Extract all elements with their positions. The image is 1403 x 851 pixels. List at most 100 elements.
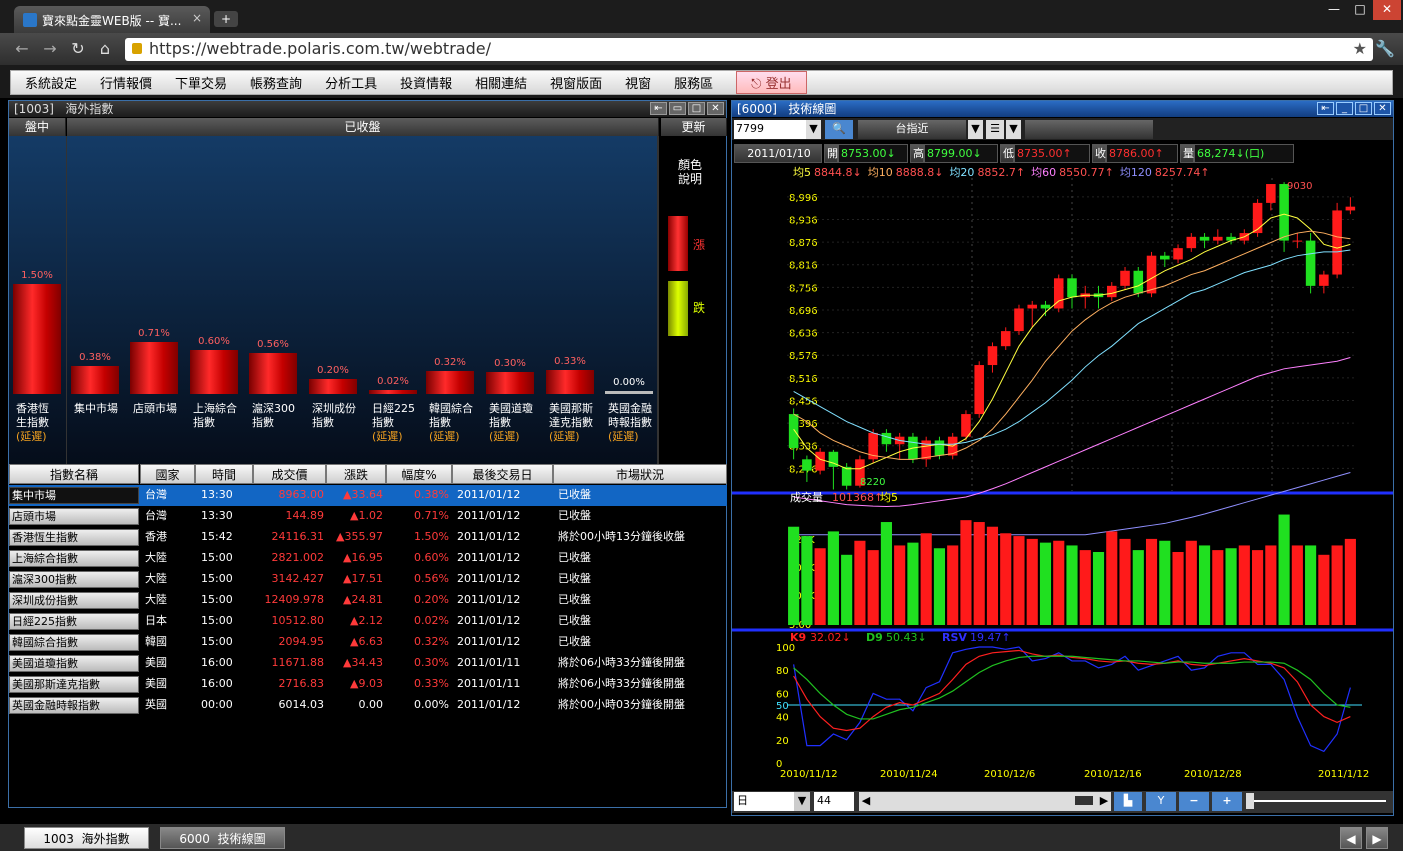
table-row[interactable]: 店頭市場 台灣 13:30 144.89 ▲1.02 0.71% 2011/01/12 已收盤 <box>9 506 727 527</box>
reload-icon[interactable]: ↻ <box>68 39 88 59</box>
panel-maximize-button[interactable]: □ <box>688 102 705 115</box>
table-header-6[interactable]: 最後交易日 <box>452 464 553 484</box>
window-tab-6000[interactable]: 6000 技術線圖 <box>160 827 285 849</box>
index-name-cell[interactable]: 美國道瓊指數 <box>9 655 139 672</box>
table-row[interactable]: 美國道瓊指數 美國 16:00 11671.88 ▲34.43 0.30% 2011/01/… <box>9 653 727 674</box>
draw-tool-icon[interactable]: ▙ <box>1114 792 1142 811</box>
table-row[interactable]: 上海綜合指數 大陸 15:00 2821.002 ▲16.95 0.60% 2011/01/… <box>9 548 727 569</box>
menu-item-3[interactable]: 帳務查詢 <box>250 73 302 92</box>
index-name-cell[interactable]: 滬深300指數 <box>9 571 139 588</box>
zoom-out-button[interactable]: − <box>1179 792 1209 811</box>
index-name-cell[interactable]: 英國金融時報指數 <box>9 697 139 714</box>
menu-item-4[interactable]: 分析工具 <box>325 73 377 92</box>
blank-selector[interactable] <box>1025 120 1153 139</box>
settings-tool-icon[interactable]: Y <box>1146 792 1176 811</box>
menu-item-6[interactable]: 相關連結 <box>475 73 527 92</box>
table-header-1[interactable]: 國家 <box>140 464 195 484</box>
window-maximize-button[interactable]: □ <box>1347 0 1373 20</box>
table-row[interactable]: 日經225指數 日本 15:00 10512.80 ▲2.12 0.02% 2011/01/… <box>9 611 727 632</box>
bar-1[interactable]: 0.38% <box>71 352 119 394</box>
index-name-cell[interactable]: 上海綜合指數 <box>9 550 139 567</box>
bar-3[interactable]: 0.60% <box>190 336 238 394</box>
table-header-5[interactable]: 幅度% <box>386 464 452 484</box>
bar-5[interactable]: 0.20% <box>309 365 357 394</box>
chart-close-button[interactable]: ✕ <box>1374 102 1391 115</box>
bookmark-star-icon[interactable]: ★ <box>1353 39 1367 58</box>
bar-7[interactable]: 0.32% <box>426 357 474 394</box>
name-dropdown-icon[interactable]: ▼ <box>968 120 983 139</box>
window-tab-1003[interactable]: 1003 海外指數 <box>24 827 149 849</box>
new-tab-button[interactable]: + <box>214 11 238 27</box>
table-row[interactable]: 香港恆生指數 香港 15:42 24116.31 ▲355.97 1.50% 2011/01… <box>9 527 727 548</box>
scroll-right-icon[interactable]: ▶ <box>1097 792 1111 809</box>
table-header-2[interactable]: 時間 <box>195 464 253 484</box>
address-bar[interactable]: https://webtrade.polaris.com.tw/webtrade… <box>125 38 1373 61</box>
list-dropdown-icon[interactable]: ▼ <box>1006 120 1021 139</box>
table-row[interactable]: 英國金融時報指數 英國 00:00 6014.03 0.00 0.00% 2011/01/1… <box>9 695 727 716</box>
count-input[interactable]: 44 <box>814 792 854 811</box>
bar-10[interactable]: 0.00% <box>605 377 653 394</box>
index-name-cell[interactable]: 日經225指數 <box>9 613 139 630</box>
chart-maximize-button[interactable]: □ <box>1355 102 1372 115</box>
index-name-cell[interactable]: 深圳成份指數 <box>9 592 139 609</box>
index-name-cell[interactable]: 店頭市場 <box>9 508 139 525</box>
home-icon[interactable]: ⌂ <box>95 39 115 59</box>
table-row[interactable]: 集中市場 台灣 13:30 8963.00 ▲33.64 0.38% 2011/01/12 已… <box>9 485 727 506</box>
chart-minimize-button[interactable]: _ <box>1336 102 1353 115</box>
symbol-input[interactable]: 7799 <box>734 120 806 139</box>
tab-close-icon[interactable]: × <box>192 11 202 25</box>
panel-minimize-button[interactable]: ▭ <box>669 102 686 115</box>
menu-item-1[interactable]: 行情報價 <box>100 73 152 92</box>
bar-4[interactable]: 0.56% <box>249 339 297 394</box>
bar-9[interactable]: 0.33% <box>546 356 594 394</box>
table-header-3[interactable]: 成交價 <box>253 464 326 484</box>
menu-item-7[interactable]: 視窗版面 <box>550 73 602 92</box>
window-close-button[interactable]: ✕ <box>1373 0 1401 20</box>
bar-6[interactable]: 0.02% <box>369 376 417 394</box>
chart-scrollbar[interactable]: ◀ ▶ <box>859 792 1111 811</box>
index-name-cell[interactable]: 美國那斯達克指數 <box>9 676 139 693</box>
table-row[interactable]: 韓國綜合指數 韓國 15:00 2094.95 ▲6.63 0.32% 2011/01/12… <box>9 632 727 653</box>
table-header-7[interactable]: 市場狀況 <box>553 464 727 484</box>
scroll-left-icon[interactable]: ◀ <box>859 792 873 809</box>
bar-2[interactable]: 0.71% <box>130 328 178 394</box>
table-header-0[interactable]: 指數名稱 <box>9 464 139 484</box>
tab-scroll-left-icon[interactable]: ◀ <box>1340 827 1362 849</box>
menu-item-9[interactable]: 服務區 <box>674 73 713 92</box>
table-row[interactable]: 滬深300指數 大陸 15:00 3142.427 ▲17.51 0.56% 2011/01… <box>9 569 727 590</box>
zoom-in-button[interactable]: + <box>1212 792 1242 811</box>
zoom-slider[interactable] <box>1246 800 1386 802</box>
menu-item-0[interactable]: 系統設定 <box>25 73 77 92</box>
menu-item-8[interactable]: 視窗 <box>625 73 651 92</box>
symbol-dropdown-icon[interactable]: ▼ <box>806 120 821 139</box>
bar-label-0: 香港恆 生指數 (延遲) <box>16 402 72 444</box>
browser-tab[interactable]: 寶來點金靈WEB版 -- 寶... × <box>14 6 210 33</box>
table-header-4[interactable]: 漲跌 <box>326 464 386 484</box>
wrench-icon[interactable]: 🔧 <box>1375 39 1395 58</box>
index-name-cell[interactable]: 韓國綜合指數 <box>9 634 139 651</box>
back-icon[interactable]: ← <box>12 39 32 59</box>
menu-item-5[interactable]: 投資情報 <box>400 73 452 92</box>
bar-8[interactable]: 0.30% <box>486 358 534 394</box>
table-row[interactable]: 美國那斯達克指數 美國 16:00 2716.83 ▲9.03 0.33% 2011/01/… <box>9 674 727 695</box>
chart-pin-icon[interactable]: ⇤ <box>1317 102 1334 115</box>
bar-0[interactable]: 1.50% <box>13 270 61 394</box>
pin-icon[interactable]: ⇤ <box>650 102 667 115</box>
forward-icon[interactable]: → <box>40 39 60 59</box>
index-name-cell[interactable]: 集中市場 <box>9 487 139 504</box>
scroll-thumb[interactable] <box>1075 796 1093 805</box>
period-dropdown-icon[interactable]: ▼ <box>794 792 810 811</box>
menu-item-2[interactable]: 下單交易 <box>175 73 227 92</box>
search-icon[interactable]: 🔍 <box>825 120 853 139</box>
zoom-slider-thumb[interactable] <box>1246 793 1254 809</box>
refresh-button[interactable]: 更新 <box>661 118 727 136</box>
index-name-cell[interactable]: 香港恆生指數 <box>9 529 139 546</box>
list-icon[interactable]: ☰ <box>986 120 1004 139</box>
tab-scroll-right-icon[interactable]: ▶ <box>1366 827 1388 849</box>
volume-bar <box>1092 551 1105 625</box>
panel-close-button[interactable]: ✕ <box>707 102 724 115</box>
logout-button[interactable]: ⎋ 登出 <box>736 71 807 94</box>
table-row[interactable]: 深圳成份指數 大陸 15:00 12409.978 ▲24.81 0.20% 2011/01… <box>9 590 727 611</box>
period-select[interactable]: 日 <box>734 792 794 811</box>
window-minimize-button[interactable]: — <box>1321 0 1347 20</box>
